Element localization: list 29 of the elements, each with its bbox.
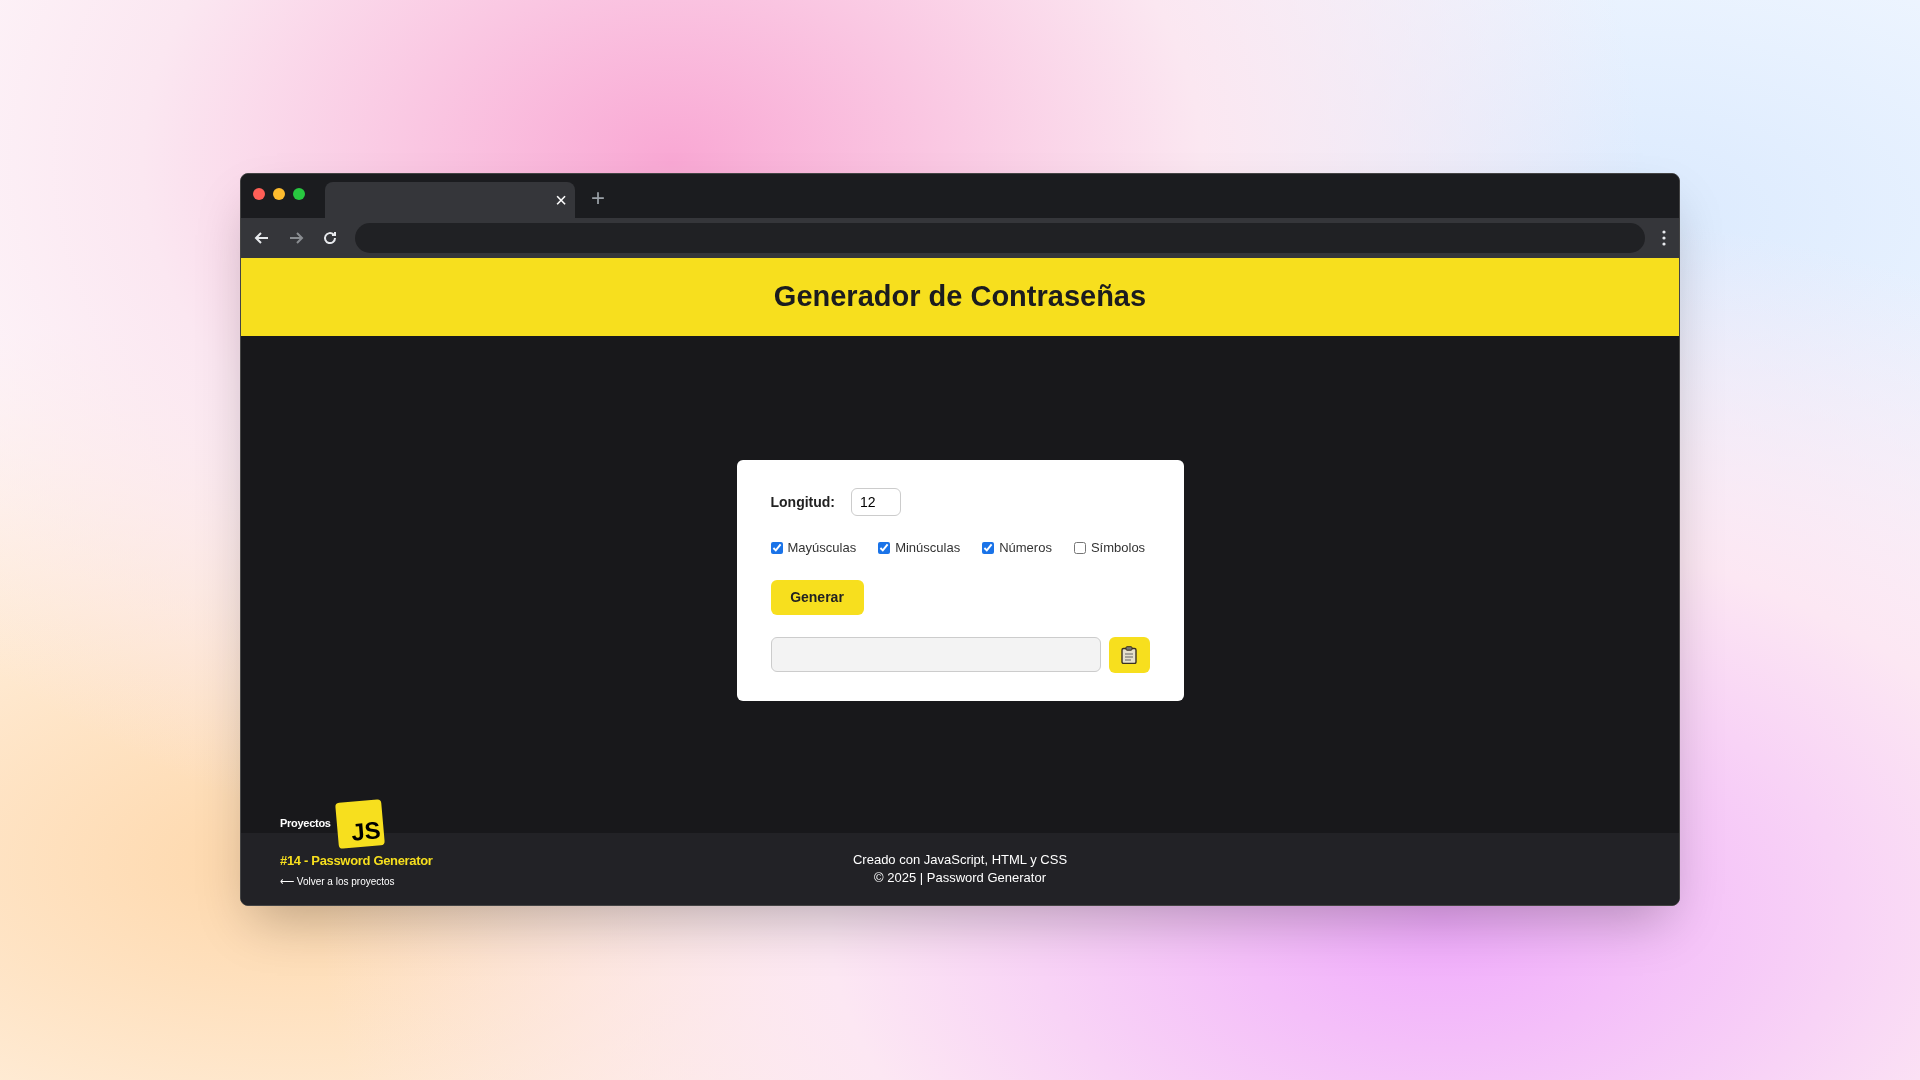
maximize-window-icon[interactable] (293, 188, 305, 200)
new-tab-button[interactable]: + (591, 186, 605, 210)
length-label: Longitud: (770, 492, 836, 512)
footer-text: Creado con JavaScript, HTML y CSS (852, 851, 1068, 869)
js-logo[interactable]: JS (334, 798, 385, 849)
option-checkbox[interactable] (982, 542, 995, 554)
close-tab-button[interactable]: × (555, 190, 567, 210)
option-label: Símbolos (1090, 539, 1146, 558)
reload-icon[interactable] (321, 229, 339, 247)
option-label: Minúsculas (895, 539, 961, 558)
page-title: Generador de Contraseñas (773, 279, 1147, 315)
password-output-field[interactable] (770, 637, 1101, 673)
option-checkbox[interactable] (1073, 542, 1086, 554)
close-window-icon[interactable] (253, 188, 265, 200)
option-checkbox[interactable] (770, 542, 783, 554)
copy-button[interactable] (1108, 636, 1150, 673)
option-checkbox[interactable] (878, 542, 891, 554)
menu-icon[interactable] (1661, 230, 1667, 246)
minimize-window-icon[interactable] (273, 188, 285, 200)
footer-text: © 2025 | Password Generator (874, 869, 1046, 887)
option-label: Números (999, 539, 1052, 558)
generate-button[interactable]: Generar (770, 579, 864, 615)
back-to-projects-link[interactable]: ⟵ Volver a los proyectos (280, 874, 433, 889)
clipboard-icon (1121, 645, 1137, 664)
project-title: #14 - Password Generator (280, 851, 433, 870)
option-label: Mayúsculas (787, 539, 857, 558)
projects-label: Proyectos (280, 816, 331, 832)
browser-tab[interactable]: × (325, 182, 575, 218)
length-input[interactable]: 12 (851, 488, 902, 517)
